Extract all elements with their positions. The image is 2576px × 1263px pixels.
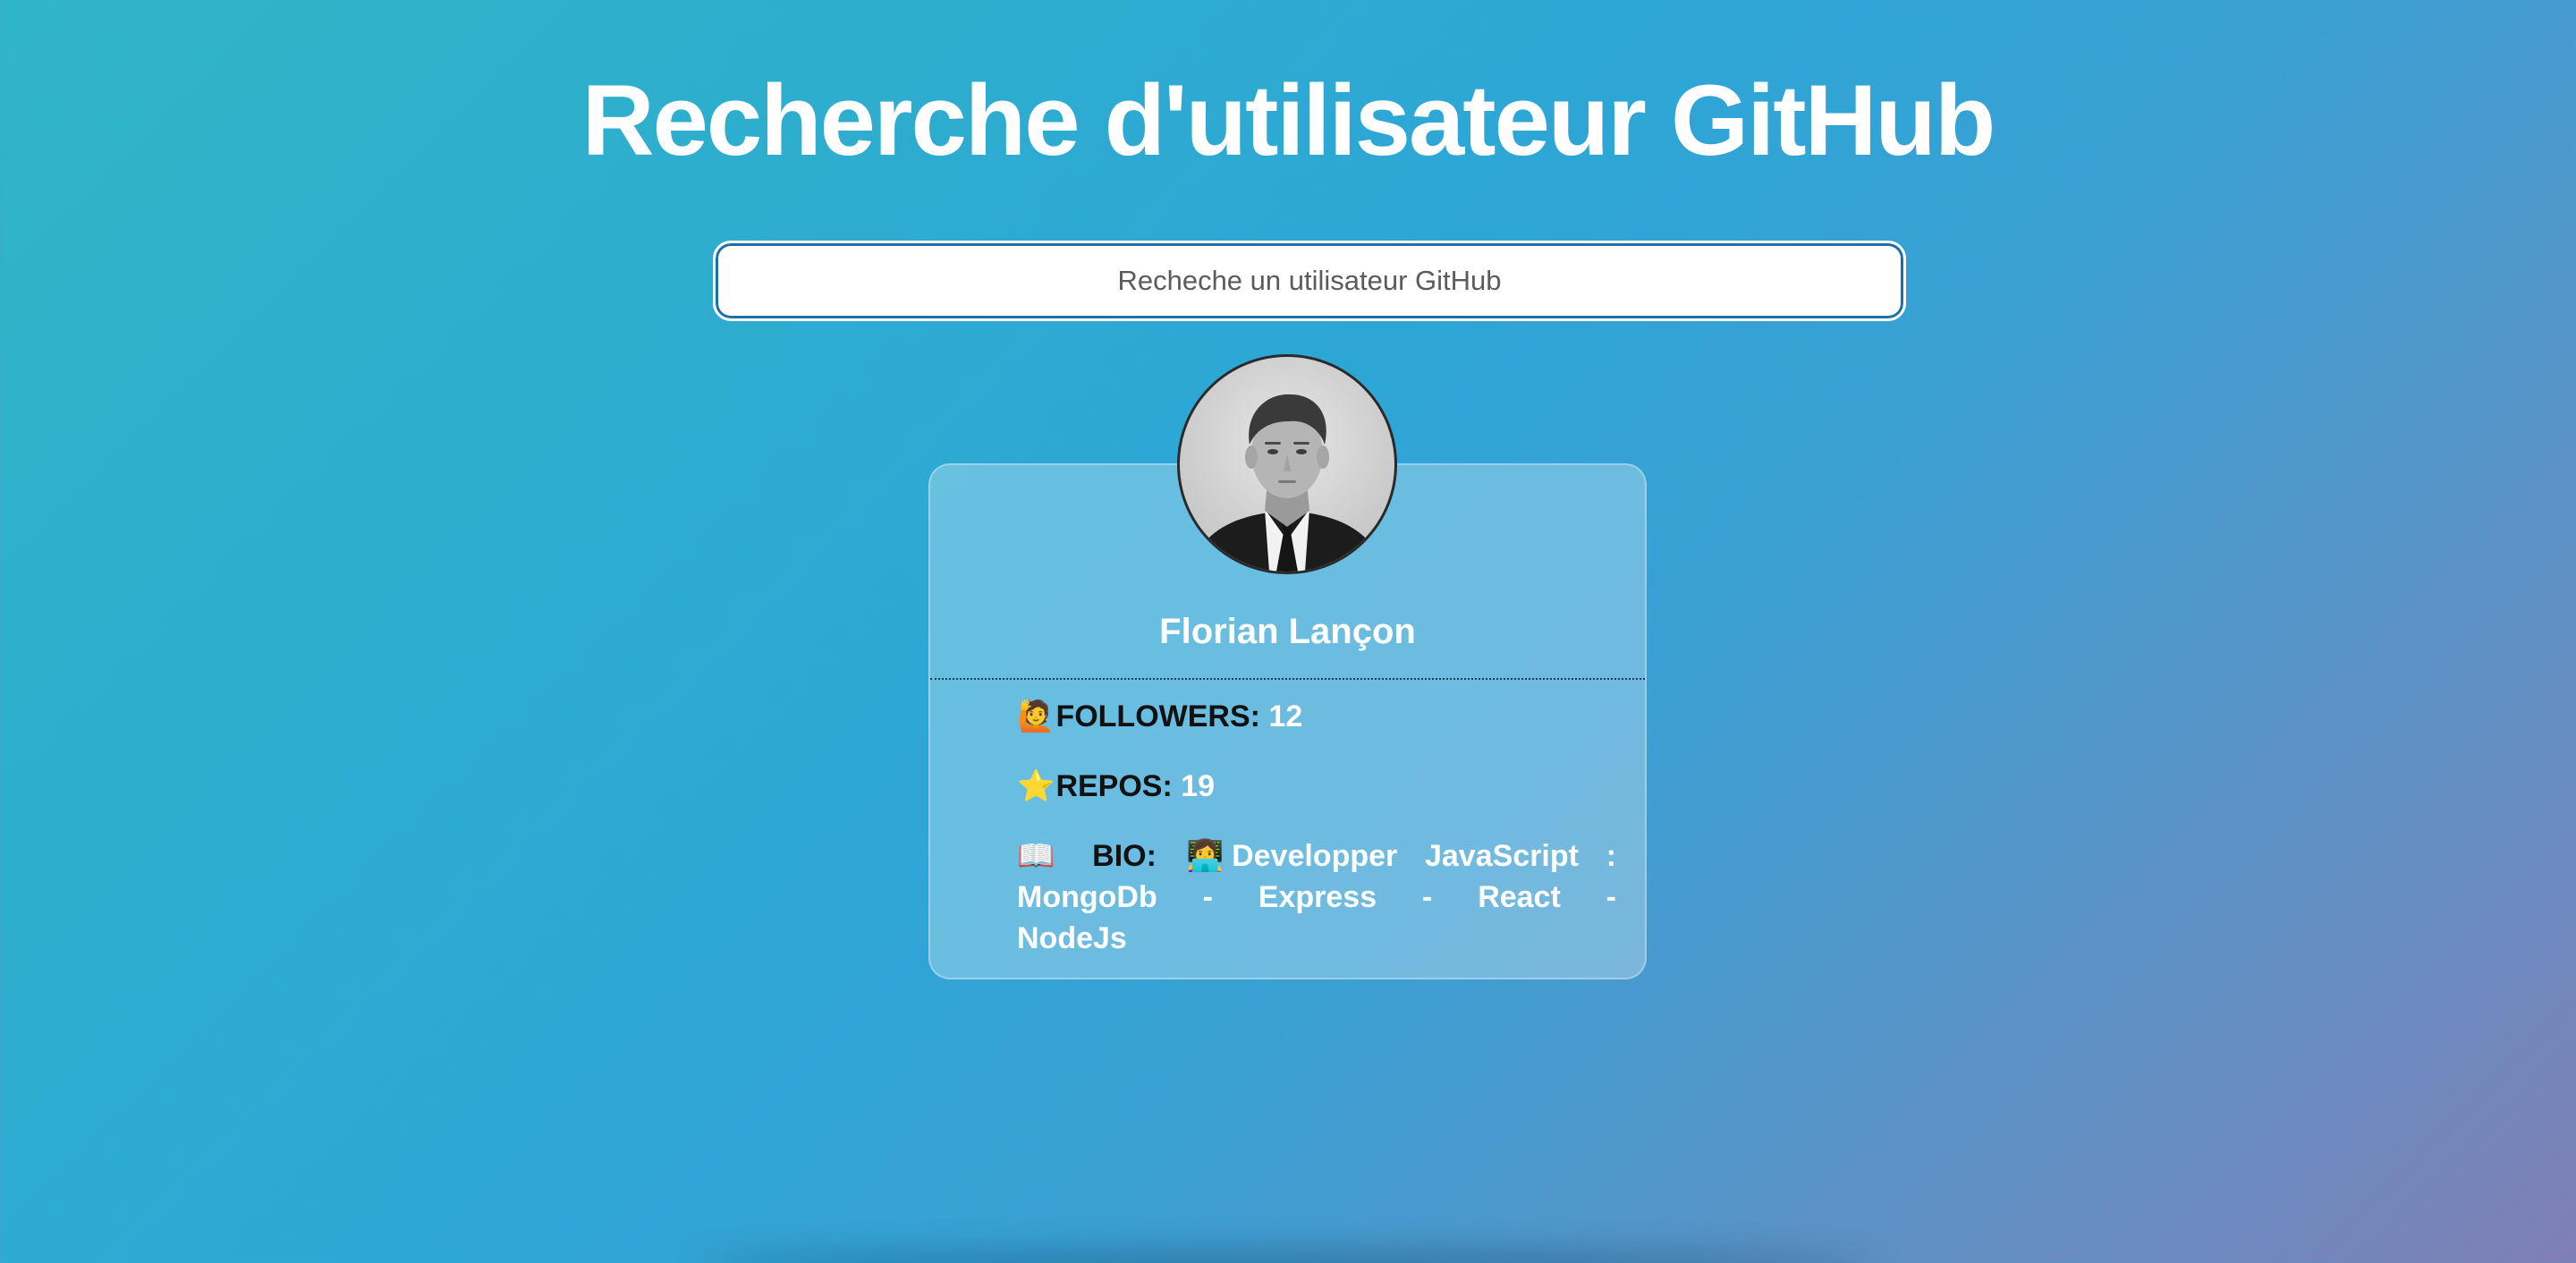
page-title: Recherche d'utilisateur GitHub (581, 64, 1996, 176)
bottom-shadow (698, 1252, 1878, 1263)
open-book-icon: 📖 (1017, 839, 1055, 873)
followers-count: 12 (1268, 699, 1303, 733)
user-name: Florian Lançon (1159, 612, 1416, 651)
search-box[interactable] (713, 241, 1906, 321)
repos-stat: ⭐ REPOS: 19 (1017, 766, 1616, 807)
avatar (1177, 354, 1397, 574)
repos-count: 19 (1181, 769, 1216, 803)
search-input[interactable] (716, 243, 1903, 318)
technologist-icon: 👩‍💻 (1186, 839, 1224, 873)
raising-hand-icon: 🙋 (1017, 699, 1055, 733)
star-icon: ⭐ (1017, 769, 1055, 803)
repos-label: REPOS: (1055, 769, 1173, 803)
divider (930, 678, 1645, 680)
bio-stat: 📖 BIO: 👩‍💻 Developper JavaScript : Mongo… (1017, 835, 1616, 959)
bio-label: BIO: (1092, 839, 1157, 873)
avatar-portrait (1189, 394, 1385, 572)
followers-label: FOLLOWERS: (1055, 699, 1260, 733)
followers-stat: 🙋 FOLLOWERS: 12 (1017, 696, 1616, 737)
